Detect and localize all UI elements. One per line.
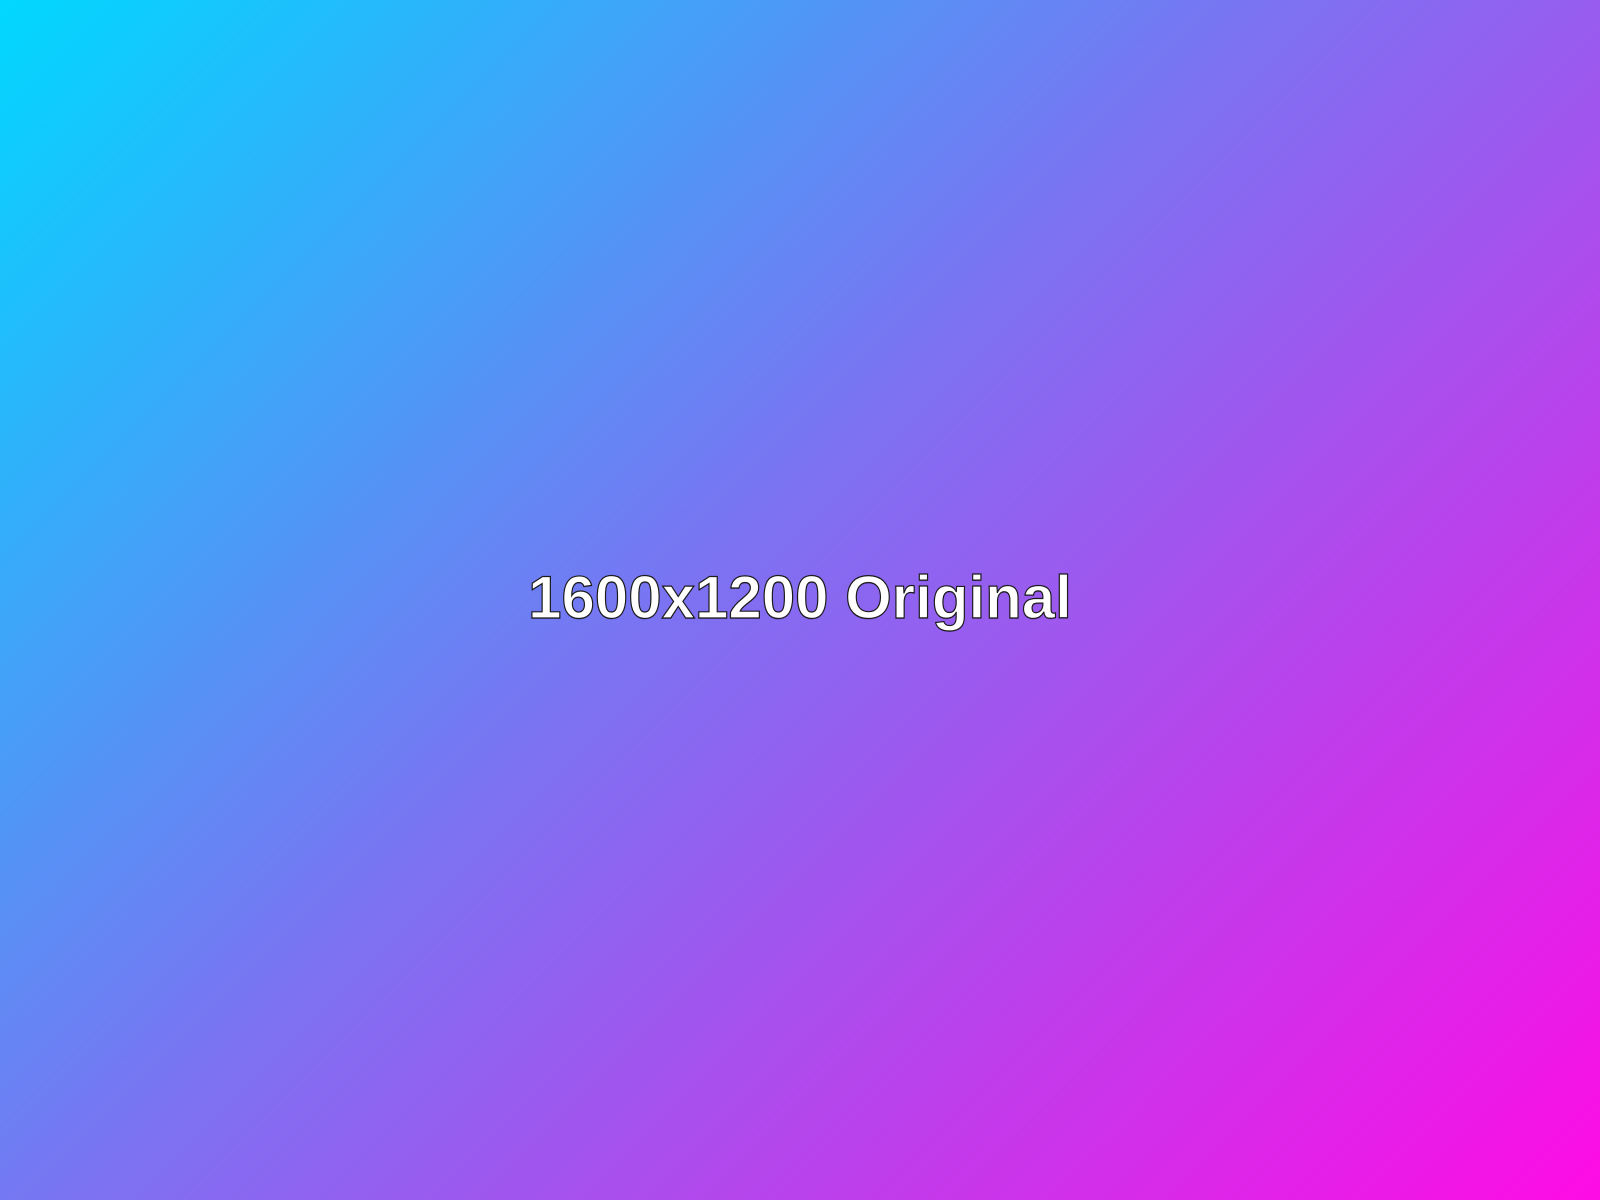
gradient-canvas: 1600x1200 Original [0,0,1600,1200]
center-label: 1600x1200 Original [528,564,1073,631]
